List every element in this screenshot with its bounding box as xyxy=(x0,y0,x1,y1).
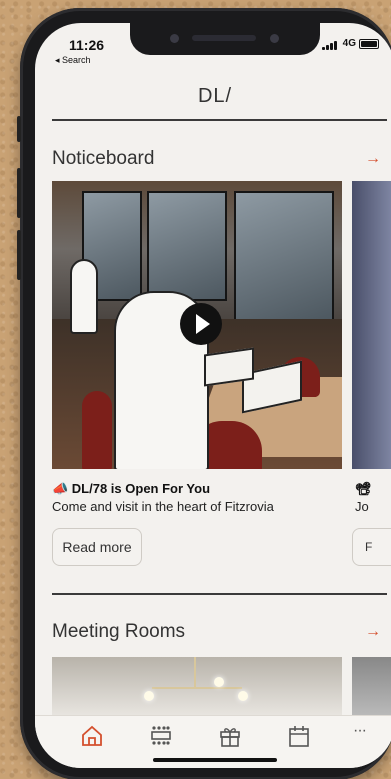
calendar-icon[interactable] xyxy=(286,724,312,748)
light-bulb xyxy=(238,691,248,701)
app-screen: 11:26 ◂ Search 4G DL/ Noticeboard → 📣 DL… xyxy=(35,23,391,768)
speaker-grille xyxy=(192,35,256,41)
phone-frame: 11:26 ◂ Search 4G DL/ Noticeboard → 📣 DL… xyxy=(17,8,391,779)
section-divider xyxy=(52,593,387,595)
standing-person xyxy=(70,259,98,334)
notice-video-thumbnail[interactable] xyxy=(52,181,342,469)
notice-title: 📣 DL/78 is Open For You xyxy=(52,481,211,496)
meeting-room-thumbnail[interactable] xyxy=(52,657,342,717)
home-indicator[interactable] xyxy=(153,758,277,762)
volume-up-button xyxy=(17,168,21,218)
play-video-icon[interactable] xyxy=(180,303,222,345)
next-read-more-button[interactable]: F xyxy=(352,528,391,566)
sensor-icon xyxy=(270,34,279,43)
meeting-rooms-title: Meeting Rooms xyxy=(52,621,186,642)
header-divider xyxy=(52,119,387,121)
camera-icon xyxy=(170,34,179,43)
next-notice-subtitle: Jo xyxy=(355,499,369,514)
glass-wall xyxy=(147,191,227,301)
volume-down-button xyxy=(17,230,21,280)
chandelier xyxy=(194,657,196,687)
gift-icon[interactable] xyxy=(217,724,243,748)
noticeboard-arrow-icon[interactable]: → xyxy=(365,150,381,168)
app-logo: DL/ xyxy=(197,85,233,107)
network-label: 4G xyxy=(342,38,356,49)
noticeboard-title: Noticeboard xyxy=(52,148,155,169)
light-bulb xyxy=(214,677,224,687)
meeting-room-icon[interactable] xyxy=(148,724,174,748)
next-room-thumbnail[interactable] xyxy=(352,657,391,717)
more-icon[interactable]: ··· xyxy=(353,722,379,746)
glass-wall xyxy=(234,191,334,321)
next-notice-thumbnail[interactable] xyxy=(352,181,391,469)
red-chair xyxy=(82,391,112,469)
read-more-button[interactable]: Read more xyxy=(52,528,142,566)
signal-icon xyxy=(322,40,337,50)
notice-subtitle: Come and visit in the heart of Fitzrovia xyxy=(52,499,274,514)
notch xyxy=(130,23,320,55)
meeting-rooms-arrow-icon[interactable]: → xyxy=(365,623,381,641)
clock: 11:26 xyxy=(69,37,105,53)
light-bulb xyxy=(144,691,154,701)
next-notice-title: 📽 xyxy=(355,481,372,496)
back-to-search-link[interactable]: ◂ Search xyxy=(55,55,91,66)
battery-icon xyxy=(359,39,379,49)
chandelier-arm xyxy=(152,687,242,689)
silent-switch xyxy=(17,116,21,142)
home-icon[interactable] xyxy=(79,724,105,748)
